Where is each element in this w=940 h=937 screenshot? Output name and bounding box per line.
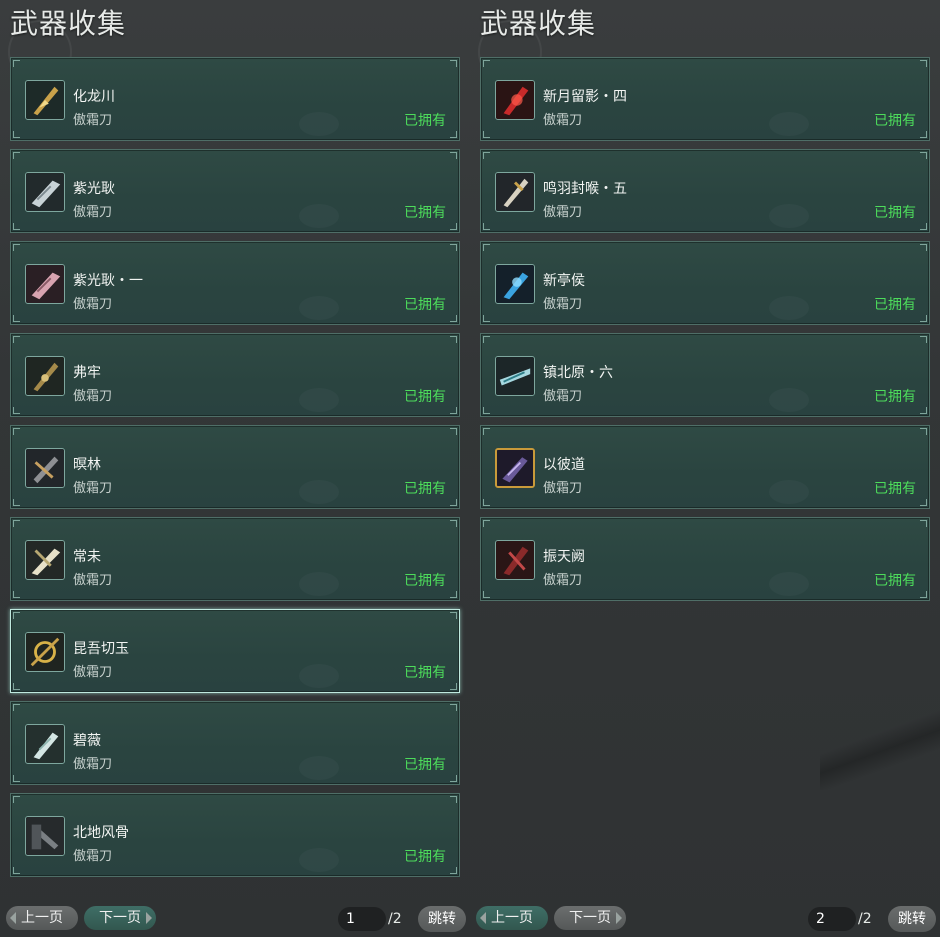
weapon-card[interactable]: 新月留影・四 傲霜刀 已拥有 [480,57,930,141]
chevron-left-icon [480,912,486,924]
weapon-collection-panel-left: 武器收集 化龙川 傲霜刀 已拥有 紫光耿 傲霜刀 已拥有 紫光耿・一 傲霜刀 已… [8,0,464,937]
owned-status: 已拥有 [404,757,446,773]
owned-status: 已拥有 [404,573,446,589]
pink-blade-icon [25,264,65,304]
chevron-left-icon [10,912,16,924]
feather-blade-icon [495,172,535,212]
cyan-blade-icon [495,356,535,396]
weapon-card[interactable]: 化龙川 傲霜刀 已拥有 [10,57,460,141]
next-page-button[interactable]: 下一页 [84,906,156,930]
chevron-right-icon [616,912,622,924]
jade-blade-icon [25,724,65,764]
weapon-card[interactable]: 以彼道 傲霜刀 已拥有 [480,425,930,509]
golden-blade-icon [25,80,65,120]
crimson-blade-icon [495,80,535,120]
weapon-type: 傲霜刀 [73,297,113,312]
weapon-card[interactable]: 镇北原・六 傲霜刀 已拥有 [480,333,930,417]
weapon-type: 傲霜刀 [543,389,583,404]
owned-status: 已拥有 [404,113,446,129]
jump-button[interactable]: 跳转 [888,906,936,932]
weapon-type: 傲霜刀 [73,205,113,220]
silver-blade-icon [25,172,65,212]
gold-ring-blade-icon [25,632,65,672]
weapon-type: 傲霜刀 [73,665,113,680]
weapon-card[interactable]: 振天阙 傲霜刀 已拥有 [480,517,930,601]
weapon-name: 新亭侯 [543,273,585,289]
owned-status: 已拥有 [404,481,446,497]
ivory-blade-icon [25,540,65,580]
panel-title: 武器收集 [10,7,127,40]
dark-blade-icon [25,448,65,488]
page-number-input[interactable]: 2 [808,907,856,931]
weapon-card[interactable]: 暝林 傲霜刀 已拥有 [10,425,460,509]
weapon-type: 傲霜刀 [73,757,113,772]
bronze-blade-icon [25,356,65,396]
weapon-card[interactable]: 鸣羽封喉・五 傲霜刀 已拥有 [480,149,930,233]
weapon-name: 振天阙 [543,549,585,565]
weapon-name: 弗牢 [73,365,101,381]
weapon-type: 傲霜刀 [543,573,583,588]
owned-status: 已拥有 [874,573,916,589]
red-blade-icon [495,540,535,580]
weapon-type: 傲霜刀 [543,481,583,496]
purple-blade-icon [495,448,535,488]
weapon-name: 暝林 [73,457,101,473]
weapon-card[interactable]: 紫光耿 傲霜刀 已拥有 [10,149,460,233]
owned-status: 已拥有 [404,849,446,865]
weapon-card[interactable]: 新亭侯 傲霜刀 已拥有 [480,241,930,325]
panel-title: 武器收集 [480,7,597,40]
weapon-type: 傲霜刀 [543,113,583,128]
page-total: /2 [858,911,872,927]
owned-status: 已拥有 [874,481,916,497]
owned-status: 已拥有 [874,389,916,405]
prev-page-button[interactable]: 上一页 [476,906,548,930]
weapon-card-selected[interactable]: 昆吾切玉 傲霜刀 已拥有 [10,609,460,693]
weapon-name: 镇北原・六 [543,365,613,381]
weapon-name: 紫光耿・一 [73,273,143,289]
weapon-card[interactable]: 常未 傲霜刀 已拥有 [10,517,460,601]
weapon-type: 傲霜刀 [73,389,113,404]
blue-blade-icon [495,264,535,304]
owned-status: 已拥有 [874,297,916,313]
weapon-collection-panel-right: 武器收集 新月留影・四 傲霜刀 已拥有 鸣羽封喉・五 傲霜刀 已拥有 新亭侯 傲… [478,0,934,937]
prev-page-button[interactable]: 上一页 [6,906,78,930]
owned-status: 已拥有 [404,389,446,405]
owned-status: 已拥有 [404,297,446,313]
weapon-card[interactable]: 紫光耿・一 傲霜刀 已拥有 [10,241,460,325]
weapon-name: 北地风骨 [73,825,129,841]
weapon-name: 碧薇 [73,733,101,749]
weapon-type: 傲霜刀 [73,481,113,496]
owned-status: 已拥有 [404,205,446,221]
page-total: /2 [388,911,402,927]
weapon-type: 傲霜刀 [543,205,583,220]
owned-status: 已拥有 [874,113,916,129]
owned-status: 已拥有 [404,665,446,681]
iron-blade-icon [25,816,65,856]
weapon-name: 鸣羽封喉・五 [543,181,627,197]
weapon-type: 傲霜刀 [73,573,113,588]
weapon-name: 昆吾切玉 [73,641,129,657]
weapon-card[interactable]: 碧薇 傲霜刀 已拥有 [10,701,460,785]
weapon-name: 紫光耿 [73,181,115,197]
weapon-type: 傲霜刀 [73,113,113,128]
weapon-name: 化龙川 [73,89,115,105]
weapon-name: 以彼道 [543,457,585,473]
weapon-type: 傲霜刀 [73,849,113,864]
weapon-type: 傲霜刀 [543,297,583,312]
weapon-name: 常未 [73,549,101,565]
weapon-card[interactable]: 弗牢 傲霜刀 已拥有 [10,333,460,417]
weapon-card[interactable]: 北地风骨 傲霜刀 已拥有 [10,793,460,877]
jump-button[interactable]: 跳转 [418,906,466,932]
next-page-button[interactable]: 下一页 [554,906,626,930]
chevron-right-icon [146,912,152,924]
weapon-name: 新月留影・四 [543,89,627,105]
page-number-input[interactable]: 1 [338,907,386,931]
owned-status: 已拥有 [874,205,916,221]
